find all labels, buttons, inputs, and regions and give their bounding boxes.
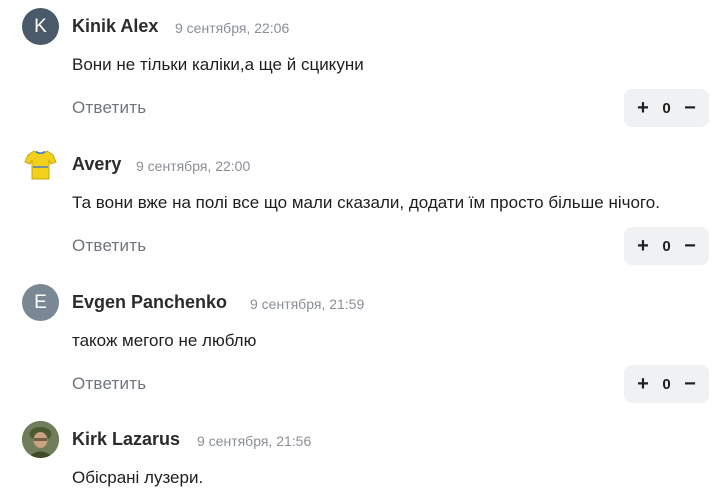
avatar[interactable] bbox=[22, 146, 59, 183]
comment-text: Вони не тільки каліки,а ще й сцикуни bbox=[72, 55, 364, 74]
comment-item: E Evgen Panchenko 9 сентября, 21:59 тако… bbox=[0, 284, 726, 404]
comment-date: 9 сентября, 22:00 bbox=[136, 158, 251, 174]
comment-author[interactable]: Kirk Lazarus bbox=[72, 429, 180, 450]
avatar[interactable] bbox=[22, 421, 59, 458]
comment-text: Обісрані лузери. bbox=[72, 468, 204, 487]
comment-text: Та вони вже на полі все що мали сказали,… bbox=[72, 193, 660, 212]
comment-date: 9 сентября, 21:59 bbox=[250, 296, 365, 312]
upvote-button[interactable]: + bbox=[634, 236, 652, 256]
vote-widget: + 0 − bbox=[624, 365, 709, 403]
upvote-button[interactable]: + bbox=[634, 374, 652, 394]
comment-item: K Kinik Alex 9 сентября, 22:06 Вони не т… bbox=[0, 8, 726, 128]
comment-author[interactable]: Evgen Panchenko bbox=[72, 292, 227, 313]
avatar-letter: E bbox=[34, 291, 47, 313]
vote-widget: + 0 − bbox=[624, 89, 709, 127]
comment-date: 9 сентября, 22:06 bbox=[175, 20, 290, 36]
reply-button[interactable]: Ответить bbox=[72, 236, 146, 256]
tshirt-icon bbox=[24, 150, 57, 180]
vote-count: 0 bbox=[662, 99, 671, 117]
avatar-letter: K bbox=[34, 15, 47, 37]
vote-count: 0 bbox=[662, 375, 671, 393]
comment-text: також мегого не люблю bbox=[72, 331, 257, 350]
comment-item: Avery 9 сентября, 22:00 Та вони вже на п… bbox=[0, 146, 726, 266]
vote-widget: + 0 − bbox=[624, 227, 709, 265]
comment-date: 9 сентября, 21:56 bbox=[197, 433, 312, 449]
avatar[interactable]: K bbox=[22, 8, 59, 45]
downvote-button[interactable]: − bbox=[681, 374, 699, 394]
downvote-button[interactable]: − bbox=[681, 236, 699, 256]
comment-author[interactable]: Avery bbox=[72, 154, 121, 175]
upvote-button[interactable]: + bbox=[634, 98, 652, 118]
user-photo-icon bbox=[22, 421, 59, 458]
downvote-button[interactable]: − bbox=[681, 98, 699, 118]
avatar[interactable]: E bbox=[22, 284, 59, 321]
reply-button[interactable]: Ответить bbox=[72, 374, 146, 394]
comment-item: Kirk Lazarus 9 сентября, 21:56 Обісрані … bbox=[0, 421, 726, 492]
vote-count: 0 bbox=[662, 237, 671, 255]
comment-author[interactable]: Kinik Alex bbox=[72, 16, 158, 37]
reply-button[interactable]: Ответить bbox=[72, 98, 146, 118]
